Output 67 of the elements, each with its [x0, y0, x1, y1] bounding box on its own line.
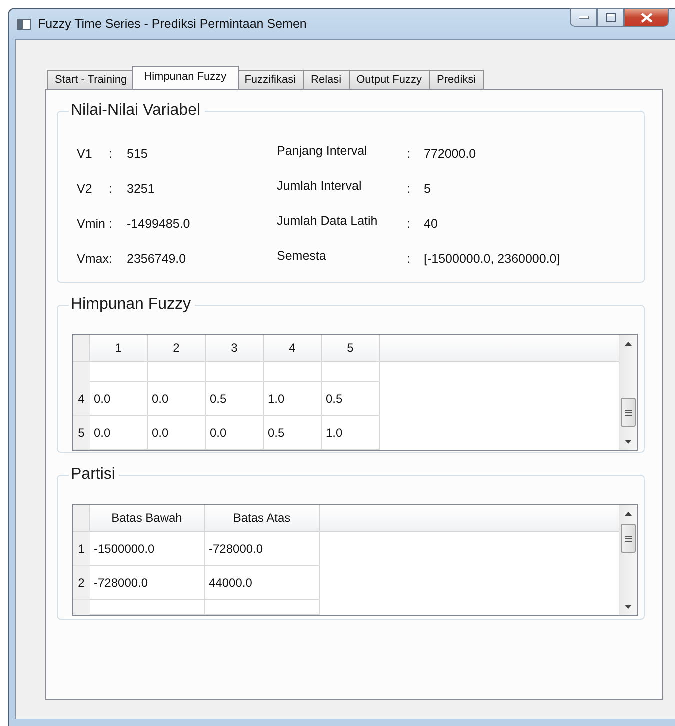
field-value: 772000.0: [424, 146, 478, 160]
tab[interactable]: Relasi: [303, 70, 350, 89]
table-cell: 0.0: [148, 416, 206, 450]
field-value: [-1500000.0, 2360000.0]: [424, 252, 560, 266]
field-value: 3251: [127, 182, 156, 196]
separator: :: [407, 216, 412, 230]
field-label: Semesta: [277, 248, 328, 262]
separator: :: [407, 252, 412, 266]
close-icon[interactable]: [640, 12, 652, 22]
table-cell: 0.0: [90, 416, 148, 450]
table-cell: 1.0: [264, 382, 322, 416]
field-value: 515: [127, 146, 149, 160]
scrollbar[interactable]: [619, 335, 637, 450]
app-icon: [17, 18, 31, 30]
table-cell: 1.0: [322, 416, 380, 450]
tab[interactable]: Fuzzifikasi: [236, 70, 304, 89]
field-label: Jumlah Interval: [277, 178, 363, 192]
maximize-button[interactable]: [597, 8, 624, 27]
scroll-up-icon[interactable]: [625, 512, 632, 516]
scroll-up-icon[interactable]: [625, 342, 632, 346]
close-button[interactable]: [624, 8, 669, 27]
tab[interactable]: Himpunan Fuzzy: [132, 66, 239, 89]
scrollbar[interactable]: [619, 505, 637, 615]
table-cell: 0.0: [206, 416, 264, 450]
column-header[interactable]: Batas Bawah: [90, 505, 205, 531]
scroll-down-icon[interactable]: [625, 604, 632, 608]
table-cell: -728000.0: [90, 566, 205, 600]
grip-icon: [625, 536, 632, 542]
column-header[interactable]: 3: [206, 335, 264, 361]
separator: :: [109, 252, 114, 266]
maximize-icon[interactable]: [606, 13, 616, 22]
tab[interactable]: Prediksi: [429, 70, 484, 89]
column-header[interactable]: 5: [322, 335, 380, 361]
table-cell: -1500000.0: [90, 532, 205, 566]
field-label: V1: [77, 146, 94, 160]
column-header[interactable]: 2: [148, 335, 206, 361]
field-label: Vmin: [77, 216, 106, 230]
field-value: 2356749.0: [127, 252, 188, 266]
table-cell: -728000.0: [205, 532, 320, 566]
grip-icon: [625, 410, 632, 416]
field-label: V2: [77, 182, 94, 196]
table-cell: 0.5: [322, 382, 380, 416]
group-title: Himpunan Fuzzy: [69, 296, 196, 314]
field-label: Jumlah Data Latih: [277, 214, 379, 228]
separator: :: [109, 146, 114, 160]
table-cell: 0.0: [148, 382, 206, 416]
field-value: 5: [424, 182, 432, 196]
field-label: Panjang Interval: [277, 144, 368, 158]
separator: :: [109, 216, 114, 230]
table-cell: 0.5: [206, 382, 264, 416]
table-cell: 0.5: [264, 416, 322, 450]
minimize-icon[interactable]: [578, 16, 588, 20]
scroll-down-icon[interactable]: [625, 440, 632, 444]
separator: :: [109, 182, 114, 196]
minimize-button[interactable]: [570, 8, 597, 27]
window-title: Fuzzy Time Series - Prediksi Permintaan Semen: [38, 17, 307, 31]
column-header[interactable]: Batas Atas: [205, 505, 320, 531]
column-header[interactable]: 1: [90, 335, 148, 361]
field-value: 40: [424, 216, 439, 230]
separator: :: [407, 146, 412, 160]
table-cell: 44000.0: [205, 566, 320, 600]
column-header[interactable]: 4: [264, 335, 322, 361]
field-label: Vmax: [77, 252, 109, 266]
separator: :: [407, 182, 412, 196]
tab[interactable]: Output Fuzzy: [348, 70, 430, 89]
field-value: -1499485.0: [127, 216, 192, 230]
table-cell: 0.0: [90, 382, 148, 416]
